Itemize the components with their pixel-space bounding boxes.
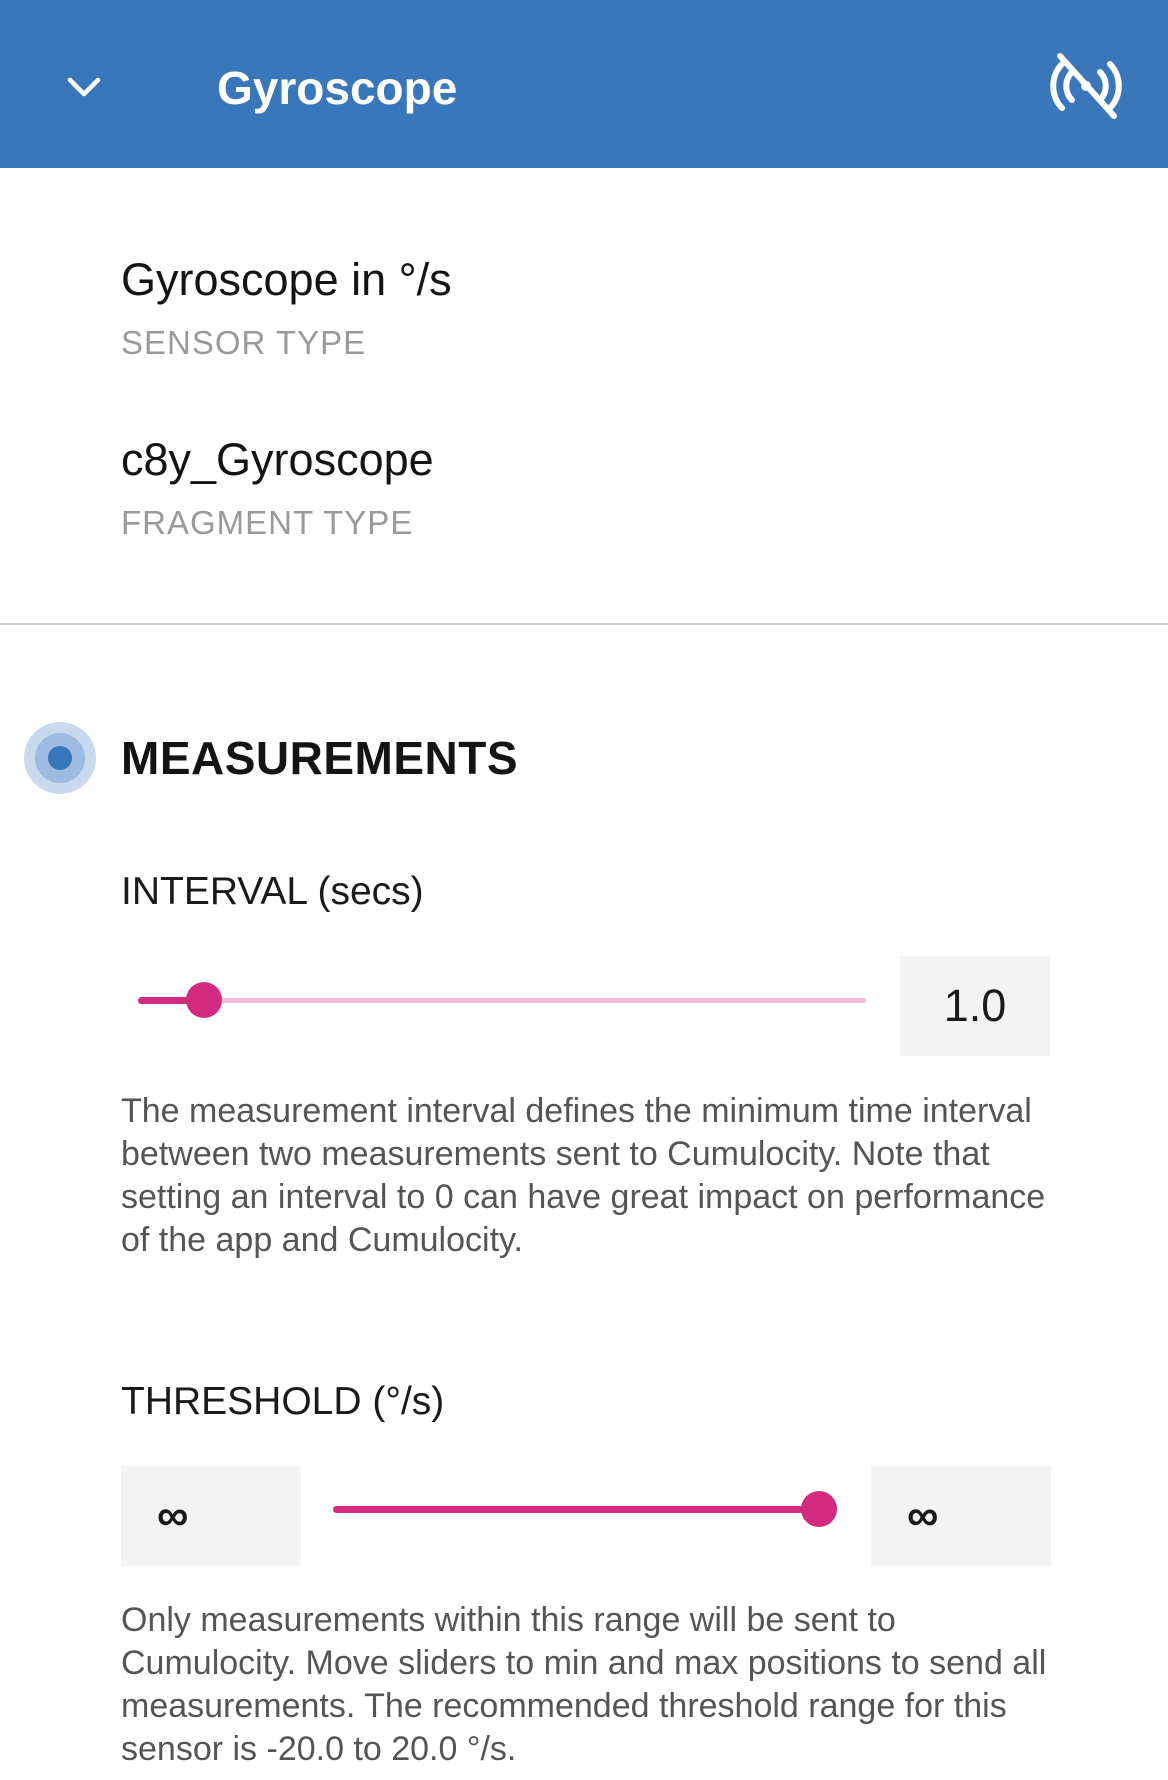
threshold-help-text: Only measurements within this range will… (121, 1601, 1047, 1768)
interval-slider[interactable] (138, 980, 866, 1020)
slider-track (138, 998, 866, 1003)
interval-label: INTERVAL (secs) (121, 870, 424, 913)
interval-value-field[interactable]: 1.0 (900, 956, 1050, 1056)
collapse-button[interactable] (58, 62, 110, 114)
sensor-type-label: SENSOR TYPE (121, 324, 367, 361)
chevron-down-icon (67, 77, 101, 97)
interval-help-text: The measurement interval defines the min… (121, 1092, 1046, 1259)
fragment-type-label: FRAGMENT TYPE (121, 504, 414, 541)
app-bar: Gyroscope (0, 0, 1168, 168)
connection-status-button[interactable] (1050, 50, 1122, 122)
threshold-max-field[interactable]: ∞ (871, 1466, 1051, 1566)
threshold-label: THRESHOLD (°/s) (121, 1380, 445, 1423)
threshold-slider[interactable] (333, 1489, 837, 1529)
sensor-type-value: Gyroscope in °/s (121, 254, 452, 305)
signal-off-icon (1050, 53, 1122, 119)
fragment-type-value: c8y_Gyroscope (121, 434, 434, 485)
section-indicator (24, 722, 96, 794)
divider (0, 623, 1168, 625)
threshold-min-field[interactable]: ∞ (121, 1466, 301, 1566)
slider-thumb[interactable] (186, 982, 222, 1018)
slider-thumb[interactable] (801, 1491, 837, 1527)
slider-fill (333, 1506, 837, 1513)
section-title: MEASUREMENTS (121, 732, 519, 784)
page-title: Gyroscope (217, 62, 458, 114)
